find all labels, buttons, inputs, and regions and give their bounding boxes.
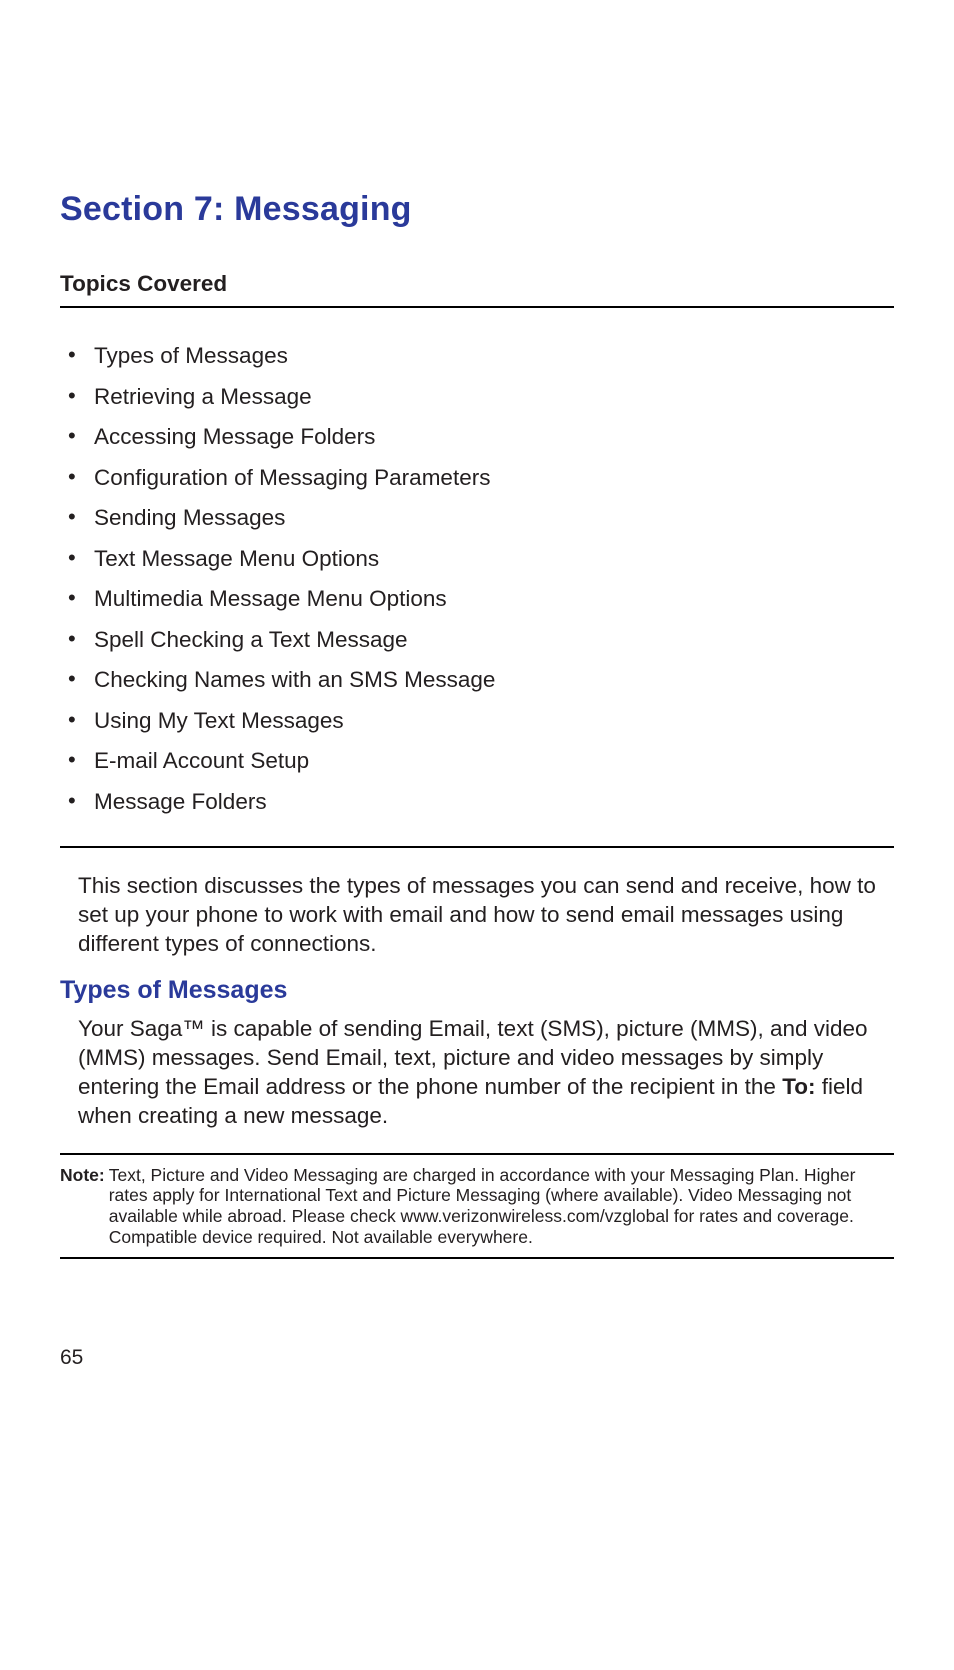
list-item: Retrieving a Message <box>60 377 894 418</box>
list-item: Using My Text Messages <box>60 701 894 742</box>
types-paragraph-pre: Your Saga™ is capable of sending Email, … <box>78 1016 868 1099</box>
list-item: Checking Names with an SMS Message <box>60 660 894 701</box>
document-page: Section 7: Messaging Topics Covered Type… <box>0 0 954 1670</box>
intro-paragraph: This section discusses the types of mess… <box>60 872 894 958</box>
section-title: Section 7: Messaging <box>60 190 894 229</box>
note-block: Note: Text, Picture and Video Messaging … <box>60 1153 894 1260</box>
note-text: Text, Picture and Video Messaging are ch… <box>109 1165 894 1248</box>
list-item: Message Folders <box>60 782 894 823</box>
list-item: Sending Messages <box>60 498 894 539</box>
list-item: E-mail Account Setup <box>60 741 894 782</box>
list-item: Configuration of Messaging Parameters <box>60 458 894 499</box>
list-item: Accessing Message Folders <box>60 417 894 458</box>
list-item: Spell Checking a Text Message <box>60 620 894 661</box>
page-number: 65 <box>60 1346 83 1370</box>
list-item: Text Message Menu Options <box>60 539 894 580</box>
list-item: Multimedia Message Menu Options <box>60 579 894 620</box>
note-label: Note: <box>60 1165 109 1248</box>
types-of-messages-heading: Types of Messages <box>60 976 894 1005</box>
list-item: Types of Messages <box>60 336 894 377</box>
topics-covered-heading: Topics Covered <box>60 271 894 308</box>
to-field-label: To: <box>782 1074 815 1099</box>
types-paragraph: Your Saga™ is capable of sending Email, … <box>60 1015 894 1130</box>
topics-list: Types of Messages Retrieving a Message A… <box>60 336 894 848</box>
